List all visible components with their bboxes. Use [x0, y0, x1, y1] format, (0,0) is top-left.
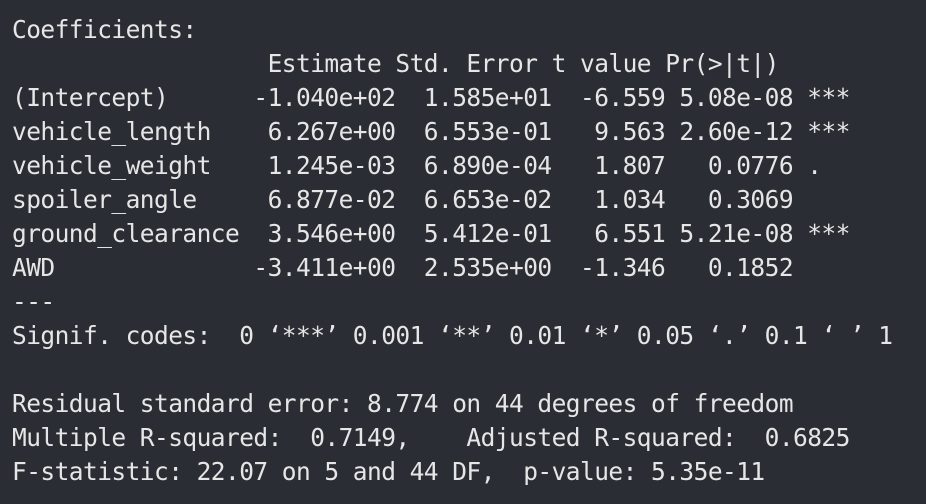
significance-codes: Signif. codes: 0 ‘***’ 0.001 ‘**’ 0.01 ‘…: [12, 321, 893, 350]
residual-standard-error: Residual standard error: 8.774 on 44 deg…: [12, 389, 794, 418]
separator-line: ---: [12, 287, 55, 316]
coefficients-heading: Coefficients:: [12, 15, 197, 44]
coef-row-vehicle-length: vehicle_length 6.267e+00 6.553e-01 9.563…: [12, 117, 850, 146]
r-console-output: Coefficients: Estimate Std. Error t valu…: [0, 0, 926, 504]
f-statistic-line: F-statistic: 22.07 on 5 and 44 DF, p-val…: [12, 457, 765, 486]
coefficients-table-header: Estimate Std. Error t value Pr(>|t|): [12, 49, 836, 78]
coef-row-awd: AWD -3.411e+00 2.535e+00 -1.346 0.1852: [12, 253, 850, 282]
r-squared-line: Multiple R-squared: 0.7149, Adjusted R-s…: [12, 423, 865, 452]
coef-row-spoiler-angle: spoiler_angle 6.877e-02 6.653e-02 1.034 …: [12, 185, 850, 214]
coef-row-vehicle-weight: vehicle_weight 1.245e-03 6.890e-04 1.807…: [12, 151, 850, 180]
coef-row-intercept: (Intercept) -1.040e+02 1.585e+01 -6.559 …: [12, 83, 850, 112]
coef-row-ground-clearance: ground_clearance 3.546e+00 5.412e-01 6.5…: [12, 219, 850, 248]
